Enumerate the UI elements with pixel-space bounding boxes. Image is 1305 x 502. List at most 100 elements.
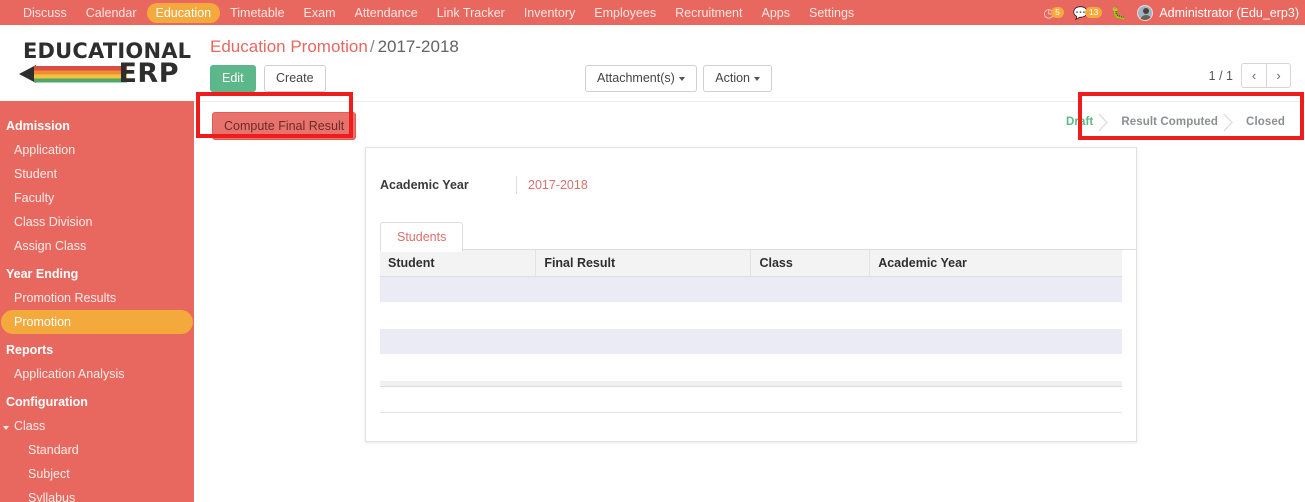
- nav-item-discuss[interactable]: Discuss: [14, 3, 76, 23]
- students-table-body: [380, 276, 1122, 413]
- control-bar: Edit Create Attachment(s) Action 1 / 1 ‹…: [194, 63, 1305, 101]
- breadcrumb-current: 2017-2018: [377, 37, 459, 56]
- sidebar: EDUCATIONAL ERP Admission Application St…: [0, 25, 194, 502]
- nav-item-settings[interactable]: Settings: [800, 3, 863, 23]
- notebook-tabs: Students: [380, 221, 1136, 252]
- status-stage-closed-label: Closed: [1246, 116, 1285, 128]
- messages-count-badge: 13: [1084, 7, 1103, 18]
- academic-year-field: Academic Year 2017-2018: [366, 148, 1136, 194]
- top-navigation-bar: Discuss Calendar Education Timetable Exa…: [0, 0, 1305, 25]
- column-header-academic-year[interactable]: Academic Year: [869, 250, 1122, 277]
- nav-item-link-tracker[interactable]: Link Tracker: [428, 3, 514, 23]
- chevron-down-icon: [754, 76, 761, 81]
- nav-item-attendance[interactable]: Attendance: [345, 3, 426, 23]
- pager-count: 1 / 1: [1208, 68, 1233, 83]
- chevron-right-icon: [1223, 113, 1234, 132]
- form-sheet-area: Academic Year 2017-2018 Students Student…: [194, 147, 1305, 487]
- logo-text-erp: ERP: [118, 58, 179, 89]
- sidebar-item-application-analysis[interactable]: Application Analysis: [0, 362, 194, 386]
- app-logo: EDUCATIONAL ERP: [0, 25, 194, 101]
- students-table: Student Final Result Class Academic Year: [380, 250, 1122, 413]
- workflow-actions: Compute Final Result: [212, 112, 357, 140]
- messages-menu[interactable]: 💬 13: [1073, 7, 1103, 19]
- nav-item-calendar[interactable]: Calendar: [77, 3, 146, 23]
- table-row[interactable]: [380, 354, 1122, 381]
- nav-item-inventory[interactable]: Inventory: [515, 3, 584, 23]
- record-buttons: Edit Create: [210, 65, 330, 92]
- column-header-final-result[interactable]: Final Result: [535, 250, 752, 277]
- activity-count-badge: 5: [1050, 7, 1064, 18]
- table-row[interactable]: [380, 302, 1122, 329]
- nav-item-timetable[interactable]: Timetable: [221, 3, 293, 23]
- action-dropdown[interactable]: Action: [703, 65, 773, 92]
- table-header-row: Student Final Result Class Academic Year: [380, 250, 1122, 277]
- academic-year-value-wrap: 2017-2018: [516, 176, 588, 194]
- students-table-head: Student Final Result Class Academic Year: [380, 250, 1122, 277]
- action-label: Action: [715, 71, 751, 85]
- pencil-icon: [19, 65, 127, 83]
- column-header-student[interactable]: Student: [380, 250, 537, 277]
- sidebar-menu: Admission Application Student Faculty Cl…: [0, 101, 194, 502]
- sidebar-item-assign-class[interactable]: Assign Class: [0, 234, 194, 258]
- academic-year-label: Academic Year: [380, 178, 469, 192]
- attachments-dropdown[interactable]: Attachment(s): [585, 65, 697, 92]
- user-menu[interactable]: Administrator (Edu_erp3): [1137, 4, 1299, 21]
- user-name-label: Administrator (Edu_erp3): [1159, 5, 1299, 20]
- logo-graphic: EDUCATIONAL ERP: [13, 36, 191, 90]
- sidebar-item-faculty[interactable]: Faculty: [0, 186, 194, 210]
- sidebar-item-class-division[interactable]: Class Division: [0, 210, 194, 234]
- table-row[interactable]: [380, 276, 1122, 303]
- sidebar-group-year-ending: Year Ending: [6, 267, 79, 281]
- sidebar-item-student[interactable]: Student: [0, 162, 194, 186]
- status-stage-result-computed-label: Result Computed: [1121, 116, 1219, 128]
- table-row[interactable]: [380, 386, 1122, 413]
- sidebar-item-class[interactable]: Class: [0, 414, 194, 438]
- top-nav-items: Discuss Calendar Education Timetable Exa…: [0, 2, 864, 23]
- main-content: Education Promotion/2017-2018 Edit Creat…: [194, 25, 1305, 502]
- sidebar-item-promotion-results[interactable]: Promotion Results: [0, 286, 194, 310]
- sidebar-item-subject[interactable]: Subject: [0, 462, 194, 486]
- academic-year-value[interactable]: 2017-2018: [528, 178, 588, 192]
- chevron-down-icon: [678, 76, 685, 81]
- breadcrumb-parent[interactable]: Education Promotion: [210, 37, 368, 56]
- students-grid: Student Final Result Class Academic Year: [380, 250, 1122, 413]
- nav-item-exam[interactable]: Exam: [295, 3, 345, 23]
- breadcrumb: Education Promotion/2017-2018: [194, 25, 1305, 57]
- sidebar-group-reports: Reports: [6, 343, 54, 357]
- sidebar-item-syllabus[interactable]: Syllabus: [0, 486, 194, 502]
- user-avatar-icon: [1137, 4, 1154, 21]
- nav-item-employees[interactable]: Employees: [585, 3, 665, 23]
- status-bar: Draft Result Computed Closed: [1054, 112, 1301, 132]
- sidebar-item-promotion[interactable]: Promotion: [1, 310, 193, 334]
- chevron-right-icon[interactable]: ›: [1266, 63, 1291, 88]
- nav-item-education[interactable]: Education: [146, 2, 221, 23]
- edit-button[interactable]: Edit: [210, 65, 256, 92]
- nav-item-recruitment[interactable]: Recruitment: [666, 3, 751, 23]
- breadcrumb-separator: /: [369, 37, 375, 56]
- create-button[interactable]: Create: [264, 65, 326, 92]
- pager: 1 / 1 ‹ ›: [1209, 63, 1291, 88]
- chevron-left-icon[interactable]: ‹: [1241, 63, 1266, 88]
- form-sheet: Academic Year 2017-2018 Students Student…: [365, 147, 1137, 442]
- sidebar-group-admission: Admission: [6, 119, 70, 133]
- sidebar-item-application[interactable]: Application: [0, 138, 194, 162]
- bug-icon[interactable]: 🐛: [1111, 6, 1126, 20]
- status-stage-draft-label: Draft: [1066, 116, 1094, 128]
- status-row: Compute Final Result Draft Result Comput…: [194, 101, 1305, 147]
- chevron-right-icon: [1098, 113, 1109, 132]
- sidebar-item-standard[interactable]: Standard: [0, 438, 194, 462]
- sidebar-group-configuration: Configuration: [6, 395, 88, 409]
- attachments-label: Attachment(s): [597, 71, 675, 85]
- app-root: Discuss Calendar Education Timetable Exa…: [0, 0, 1305, 502]
- top-nav-right: ◷ 5 💬 13 🐛 Administrator (Edu_erp3): [1043, 0, 1299, 25]
- compute-final-result-button[interactable]: Compute Final Result: [212, 112, 357, 140]
- status-stage-draft[interactable]: Draft: [1054, 112, 1109, 132]
- table-row[interactable]: [380, 328, 1122, 355]
- column-header-class[interactable]: Class: [750, 250, 871, 277]
- nav-item-apps[interactable]: Apps: [752, 3, 799, 23]
- tab-students[interactable]: Students: [380, 222, 464, 252]
- activity-menu[interactable]: ◷ 5: [1043, 7, 1064, 19]
- record-dropdowns: Attachment(s) Action: [585, 65, 774, 92]
- status-stage-result-computed[interactable]: Result Computed: [1109, 112, 1234, 132]
- status-stage-closed[interactable]: Closed: [1234, 112, 1301, 132]
